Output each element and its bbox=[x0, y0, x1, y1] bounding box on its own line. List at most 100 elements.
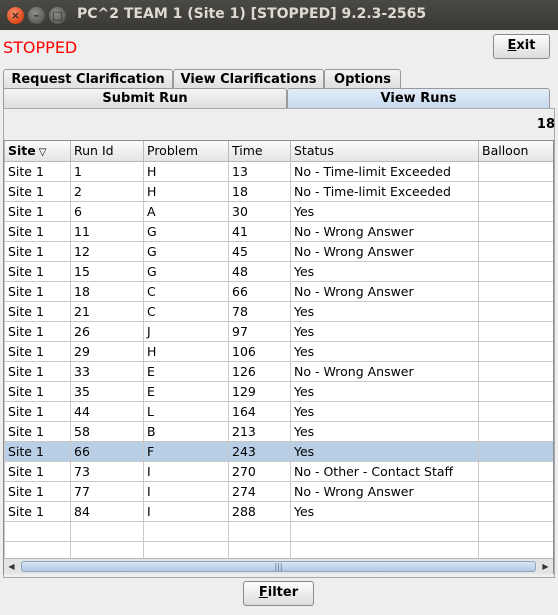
column-header-status[interactable]: Status bbox=[290, 141, 479, 162]
cell-balloon bbox=[478, 300, 553, 322]
cell-balloon bbox=[478, 180, 553, 202]
tab-view-clarifications[interactable]: View Clarifications bbox=[173, 69, 324, 89]
cell-status: Yes bbox=[290, 300, 479, 322]
table-row[interactable]: Site 1 18 C 66 No - Wrong Answer bbox=[4, 280, 553, 302]
column-header-site-label: Site bbox=[8, 143, 36, 159]
cell-status: No - Time-limit Exceeded bbox=[290, 160, 479, 182]
cell-run-id: 21 bbox=[70, 300, 144, 322]
cell-status: Yes bbox=[290, 200, 479, 222]
table-row[interactable]: Site 1 12 G 45 No - Wrong Answer bbox=[4, 240, 553, 262]
exit-button[interactable]: Exit bbox=[493, 34, 550, 59]
tab-view-runs[interactable]: View Runs bbox=[287, 88, 550, 108]
cell-problem: A bbox=[143, 200, 229, 222]
table-row[interactable]: Site 1 44 L 164 Yes bbox=[4, 400, 553, 422]
table-row[interactable]: Site 1 1 H 13 No - Time-limit Exceeded bbox=[4, 160, 553, 182]
cell-run-id: 84 bbox=[70, 500, 144, 522]
horizontal-scrollbar[interactable]: ◀ ||| ▶ bbox=[4, 558, 553, 574]
maximize-window-icon[interactable]: □ bbox=[49, 7, 66, 24]
cell-site: Site 1 bbox=[4, 160, 71, 182]
filter-button[interactable]: Filter bbox=[243, 581, 314, 606]
cell-site: Site 1 bbox=[4, 420, 71, 442]
column-header-balloon[interactable]: Balloon bbox=[478, 141, 553, 162]
tab-options[interactable]: Options bbox=[324, 69, 401, 89]
cell-site: Site 1 bbox=[4, 280, 71, 302]
cell-problem: I bbox=[143, 500, 229, 522]
cell-balloon bbox=[478, 460, 553, 482]
scroll-left-arrow-icon[interactable]: ◀ bbox=[4, 559, 19, 574]
table-row[interactable]: Site 1 15 G 48 Yes bbox=[4, 260, 553, 282]
runs-table[interactable]: Site ▽ Run Id Problem Time Status Balloon… bbox=[3, 140, 554, 574]
table-row[interactable]: Site 1 35 E 129 Yes bbox=[4, 380, 553, 402]
cell-site: Site 1 bbox=[4, 220, 71, 242]
table-row[interactable]: Site 1 6 A 30 Yes bbox=[4, 200, 553, 222]
cell-problem: G bbox=[143, 220, 229, 242]
cell-time: 66 bbox=[228, 280, 291, 302]
cell-problem: H bbox=[143, 180, 229, 202]
cell-time: 213 bbox=[228, 420, 291, 442]
cell-time: 30 bbox=[228, 200, 291, 222]
cell-run-id: 26 bbox=[70, 320, 144, 342]
cell-run-id: 11 bbox=[70, 220, 144, 242]
cell-status: No - Time-limit Exceeded bbox=[290, 180, 479, 202]
table-row[interactable]: Site 1 77 I 274 No - Wrong Answer bbox=[4, 480, 553, 502]
table-row[interactable]: Site 1 11 G 41 No - Wrong Answer bbox=[4, 220, 553, 242]
tab-submit-run[interactable]: Submit Run bbox=[3, 88, 287, 108]
cell-site: Site 1 bbox=[4, 460, 71, 482]
cell-run-id: 35 bbox=[70, 380, 144, 402]
cell-time: 274 bbox=[228, 480, 291, 502]
cell-run-id: 73 bbox=[70, 460, 144, 482]
table-row[interactable]: Site 1 58 B 213 Yes bbox=[4, 420, 553, 442]
cell-run-id: 58 bbox=[70, 420, 144, 442]
cell-status: No - Other - Contact Staff bbox=[290, 460, 479, 482]
cell-time: 18 bbox=[228, 180, 291, 202]
cell-time: 45 bbox=[228, 240, 291, 262]
table-row[interactable]: Site 1 33 E 126 No - Wrong Answer bbox=[4, 360, 553, 382]
cell-run-id: 6 bbox=[70, 200, 144, 222]
table-row[interactable]: Site 1 21 C 78 Yes bbox=[4, 300, 553, 322]
cell-run-id: 77 bbox=[70, 480, 144, 502]
cell-site: Site 1 bbox=[4, 360, 71, 382]
cell-status: No - Wrong Answer bbox=[290, 480, 479, 502]
cell-status: Yes bbox=[290, 500, 479, 522]
column-header-problem[interactable]: Problem bbox=[143, 141, 229, 162]
table-row[interactable]: Site 1 84 I 288 Yes bbox=[4, 500, 553, 522]
table-row[interactable]: Site 1 66 F 243 Yes bbox=[4, 440, 553, 462]
cell-problem: E bbox=[143, 380, 229, 402]
cell-balloon bbox=[478, 260, 553, 282]
scroll-right-arrow-icon[interactable]: ▶ bbox=[538, 559, 553, 574]
close-window-icon[interactable]: × bbox=[7, 7, 24, 24]
cell-time: 13 bbox=[228, 160, 291, 182]
table-row[interactable]: Site 1 2 H 18 No - Time-limit Exceeded bbox=[4, 180, 553, 202]
column-header-time[interactable]: Time bbox=[228, 141, 291, 162]
cell-balloon bbox=[478, 320, 553, 342]
cell-run-id: 66 bbox=[70, 440, 144, 462]
table-row[interactable]: Site 1 26 J 97 Yes bbox=[4, 320, 553, 342]
cell-balloon bbox=[478, 360, 553, 382]
cell-site: Site 1 bbox=[4, 180, 71, 202]
filter-mnemonic: F bbox=[258, 585, 268, 600]
cell-problem: G bbox=[143, 240, 229, 262]
column-header-run-id[interactable]: Run Id bbox=[70, 141, 144, 162]
minimize-window-icon[interactable]: – bbox=[28, 7, 45, 24]
cell-time: 126 bbox=[228, 360, 291, 382]
contest-status-label: STOPPED bbox=[3, 38, 78, 57]
cell-balloon bbox=[478, 500, 553, 522]
filter-label-rest: ilter bbox=[267, 585, 299, 600]
cell-site: Site 1 bbox=[4, 200, 71, 222]
cell-balloon bbox=[478, 440, 553, 462]
table-row[interactable]: Site 1 73 I 270 No - Other - Contact Staff bbox=[4, 460, 553, 482]
cell-status: No - Wrong Answer bbox=[290, 220, 479, 242]
table-row[interactable]: Site 1 29 H 106 Yes bbox=[4, 340, 553, 362]
cell-time: 41 bbox=[228, 220, 291, 242]
cell-status: Yes bbox=[290, 260, 479, 282]
column-header-site[interactable]: Site ▽ bbox=[4, 141, 71, 162]
cell-status: Yes bbox=[290, 380, 479, 402]
tab-request-clarification[interactable]: Request Clarification bbox=[3, 69, 173, 89]
cell-run-id: 33 bbox=[70, 360, 144, 382]
cell-time: 243 bbox=[228, 440, 291, 462]
cell-problem: B bbox=[143, 420, 229, 442]
cell-site: Site 1 bbox=[4, 340, 71, 362]
app-window: × – □ PC^2 TEAM 1 (Site 1) [STOPPED] 9.2… bbox=[0, 0, 558, 615]
cell-site: Site 1 bbox=[4, 300, 71, 322]
scrollbar-thumb[interactable]: ||| bbox=[21, 561, 536, 572]
